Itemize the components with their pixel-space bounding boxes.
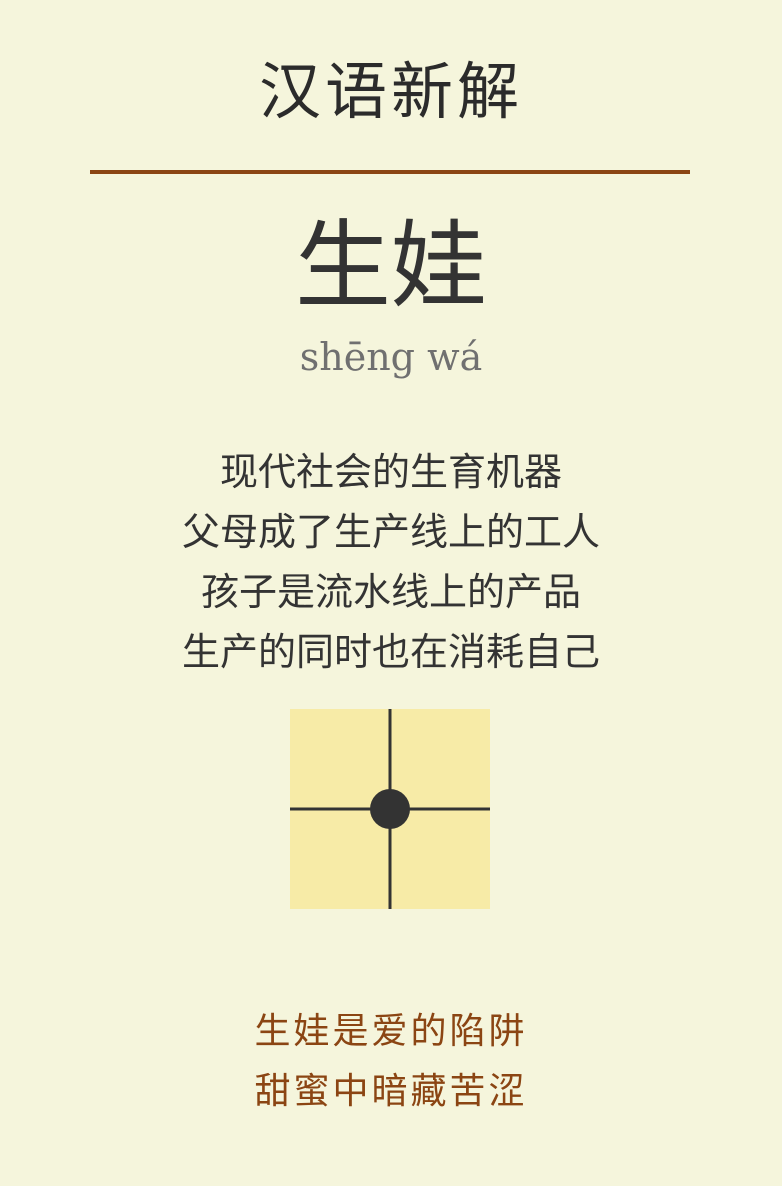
explanation-line: 现代社会的生育机器 — [219, 450, 562, 494]
go-board-illustration — [290, 709, 490, 909]
caption-block: 生娃是爱的陷阱 甜蜜中暗藏苦涩 — [0, 1002, 782, 1122]
entry-word: 生娃 — [295, 210, 487, 322]
caption-line: 甜蜜中暗藏苦涩 — [254, 1071, 528, 1112]
explanation-line: 生产的同时也在消耗自己 — [181, 630, 600, 674]
explanation-line: 父母成了生产线上的工人 — [181, 510, 600, 554]
title-divider — [90, 170, 690, 174]
entry-pinyin: shēng wá — [299, 335, 483, 379]
caption-line: 生娃是爱的陷阱 — [254, 1011, 528, 1052]
explanation-line: 孩子是流水线上的产品 — [200, 570, 581, 614]
explanation-block: 现代社会的生育机器 父母成了生产线上的工人 孩子是流水线上的产品 生产的同时也在… — [0, 442, 782, 682]
black-stone — [370, 789, 410, 829]
page-title: 汉语新解 — [258, 55, 523, 128]
go-board-graphic — [290, 709, 490, 909]
